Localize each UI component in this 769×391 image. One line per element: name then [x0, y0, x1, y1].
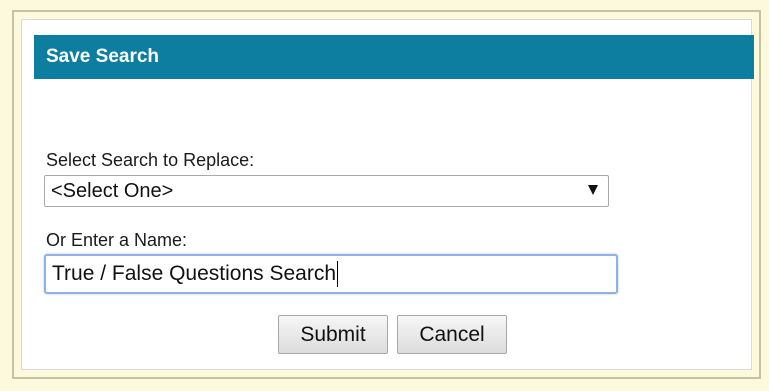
cancel-button[interactable]: Cancel [397, 315, 507, 354]
search-name-label: Or Enter a Name: [46, 230, 188, 250]
save-search-dialog: Save Search Select Search to Replace: <S… [21, 19, 754, 370]
submit-button[interactable]: Submit [278, 315, 388, 354]
replace-search-label: Select Search to Replace: [46, 150, 255, 170]
text-caret [337, 261, 339, 287]
dialog-header: Save Search [34, 35, 754, 79]
search-name-input[interactable]: True / False Questions Search [44, 254, 618, 294]
chevron-down-icon [588, 185, 598, 195]
search-name-value: True / False Questions Search [52, 262, 337, 285]
dialog-title: Save Search [46, 46, 160, 67]
replace-search-select[interactable]: <Select One> [44, 175, 609, 207]
replace-search-selected-value: <Select One> [51, 179, 174, 202]
